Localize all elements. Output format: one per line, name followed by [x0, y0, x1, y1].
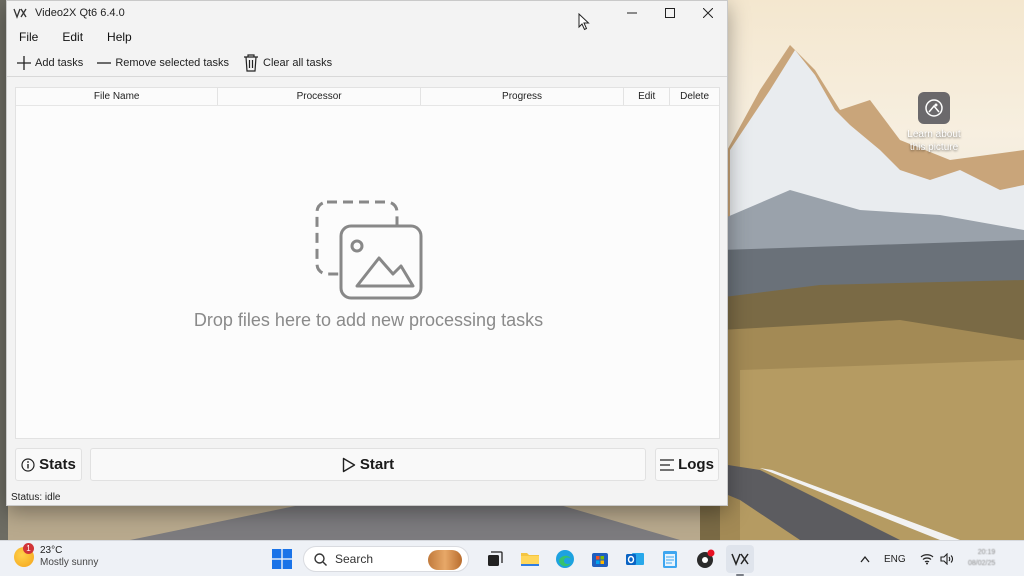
windows-logo-icon	[272, 549, 292, 569]
toolbar: Add tasks Remove selected tasks Clear al…	[7, 49, 727, 77]
obs-studio-button[interactable]	[691, 545, 719, 573]
minimize-icon	[627, 12, 637, 14]
notification-badge: 1	[23, 543, 34, 554]
chevron-up-icon	[860, 555, 870, 563]
video2x-icon	[731, 553, 749, 566]
images-icon	[315, 200, 422, 300]
add-tasks-button[interactable]: Add tasks	[17, 55, 84, 70]
add-tasks-label: Add tasks	[35, 56, 84, 69]
wifi-icon[interactable]	[920, 553, 934, 565]
weather-temperature: 23°C	[40, 545, 63, 556]
action-bar: Stats Start Logs	[15, 448, 720, 481]
maximize-button[interactable]	[651, 1, 689, 25]
logs-label: Logs	[678, 456, 714, 473]
table-header: File Name Processor Progress Edit Delete	[16, 88, 719, 106]
edge-icon	[556, 550, 574, 568]
folder-icon	[521, 553, 539, 566]
weather-sun-icon: 1	[14, 543, 34, 567]
taskbar-apps: Search	[268, 545, 761, 576]
minimize-button[interactable]	[613, 1, 651, 25]
drop-zone-text: Drop files here to add new processing ta…	[193, 310, 544, 330]
remove-selected-tasks-label: Remove selected tasks	[115, 56, 230, 69]
store-icon	[592, 553, 608, 567]
clock-time: 20:19	[977, 549, 996, 556]
lines-icon	[660, 458, 675, 471]
column-header-progress[interactable]: Progress	[421, 88, 625, 105]
video2x-taskbar-button[interactable]	[726, 545, 754, 576]
outlook-icon	[626, 553, 644, 565]
minus-icon	[97, 56, 112, 70]
outlook-button[interactable]	[621, 545, 649, 573]
language-indicator[interactable]: ENG	[884, 554, 906, 565]
stats-label: Stats	[39, 456, 76, 473]
app-window: Video2X Qt6 6.4.0 File Edit Help Add tas…	[6, 0, 728, 506]
stats-button[interactable]: Stats	[15, 448, 82, 481]
weather-widget[interactable]: 1 23°C Mostly sunny	[14, 543, 99, 569]
maximize-icon	[665, 8, 675, 18]
task-view-icon	[488, 551, 503, 566]
menu-file[interactable]: File	[19, 30, 38, 44]
column-header-file-name[interactable]: File Name	[16, 88, 219, 105]
status-text: Status: idle	[11, 492, 61, 503]
notepad-icon	[663, 551, 677, 568]
microsoft-store-button[interactable]	[586, 545, 614, 573]
play-icon	[342, 457, 356, 473]
start-button[interactable]: Start	[90, 448, 646, 481]
search-icon	[314, 552, 327, 566]
remove-selected-tasks-button[interactable]: Remove selected tasks	[97, 56, 229, 70]
menu-edit[interactable]: Edit	[62, 30, 83, 44]
taskbar: 1 23°C Mostly sunny Search ENG 20:19 08/…	[0, 540, 1024, 576]
window-title: Video2X Qt6 6.4.0	[35, 7, 125, 19]
clock-date: 08/02/25	[968, 560, 996, 567]
show-hidden-icons-button[interactable]	[860, 555, 870, 563]
file-explorer-button[interactable]	[516, 545, 544, 573]
mouse-cursor-icon	[578, 13, 590, 31]
start-menu-button[interactable]	[268, 545, 296, 573]
taskbar-clock[interactable]: 20:19 08/02/25	[968, 547, 995, 569]
task-table[interactable]: File Name Processor Progress Edit Delete…	[15, 87, 720, 439]
column-header-edit[interactable]: Edit	[624, 88, 671, 105]
info-icon	[21, 457, 35, 472]
volume-icon[interactable]	[940, 553, 954, 565]
task-view-button[interactable]	[481, 545, 509, 573]
close-icon	[703, 8, 713, 18]
search-placeholder: Search	[335, 552, 374, 566]
column-header-delete[interactable]: Delete	[670, 88, 719, 105]
weather-description: Mostly sunny	[40, 557, 99, 568]
logs-button[interactable]: Logs	[655, 448, 719, 481]
clear-all-tasks-label: Clear all tasks	[263, 56, 333, 69]
menu-help[interactable]: Help	[107, 30, 132, 44]
close-button[interactable]	[689, 1, 727, 25]
notepad-button[interactable]	[656, 545, 684, 573]
learn-about-picture-label: Learn about this picture	[907, 129, 961, 153]
search-highlight-bread-icon	[428, 550, 462, 570]
start-label: Start	[359, 456, 395, 473]
learn-about-picture-shortcut[interactable]: Learn about this picture	[904, 92, 964, 162]
obs-icon	[697, 549, 715, 568]
app-logo-icon	[13, 7, 27, 19]
system-tray: ENG	[860, 545, 968, 573]
edge-browser-button[interactable]	[551, 545, 579, 573]
clear-all-tasks-button[interactable]: Clear all tasks	[243, 53, 333, 72]
menu-bar: File Edit Help	[7, 25, 727, 49]
column-header-processor[interactable]: Processor	[218, 88, 421, 105]
camera-icon	[918, 92, 950, 124]
title-bar[interactable]: Video2X Qt6 6.4.0	[7, 1, 727, 25]
plus-icon	[17, 55, 31, 70]
drop-zone[interactable]: Drop files here to add new processing ta…	[16, 198, 721, 331]
taskbar-search[interactable]: Search	[303, 546, 469, 572]
trash-icon	[243, 53, 259, 72]
